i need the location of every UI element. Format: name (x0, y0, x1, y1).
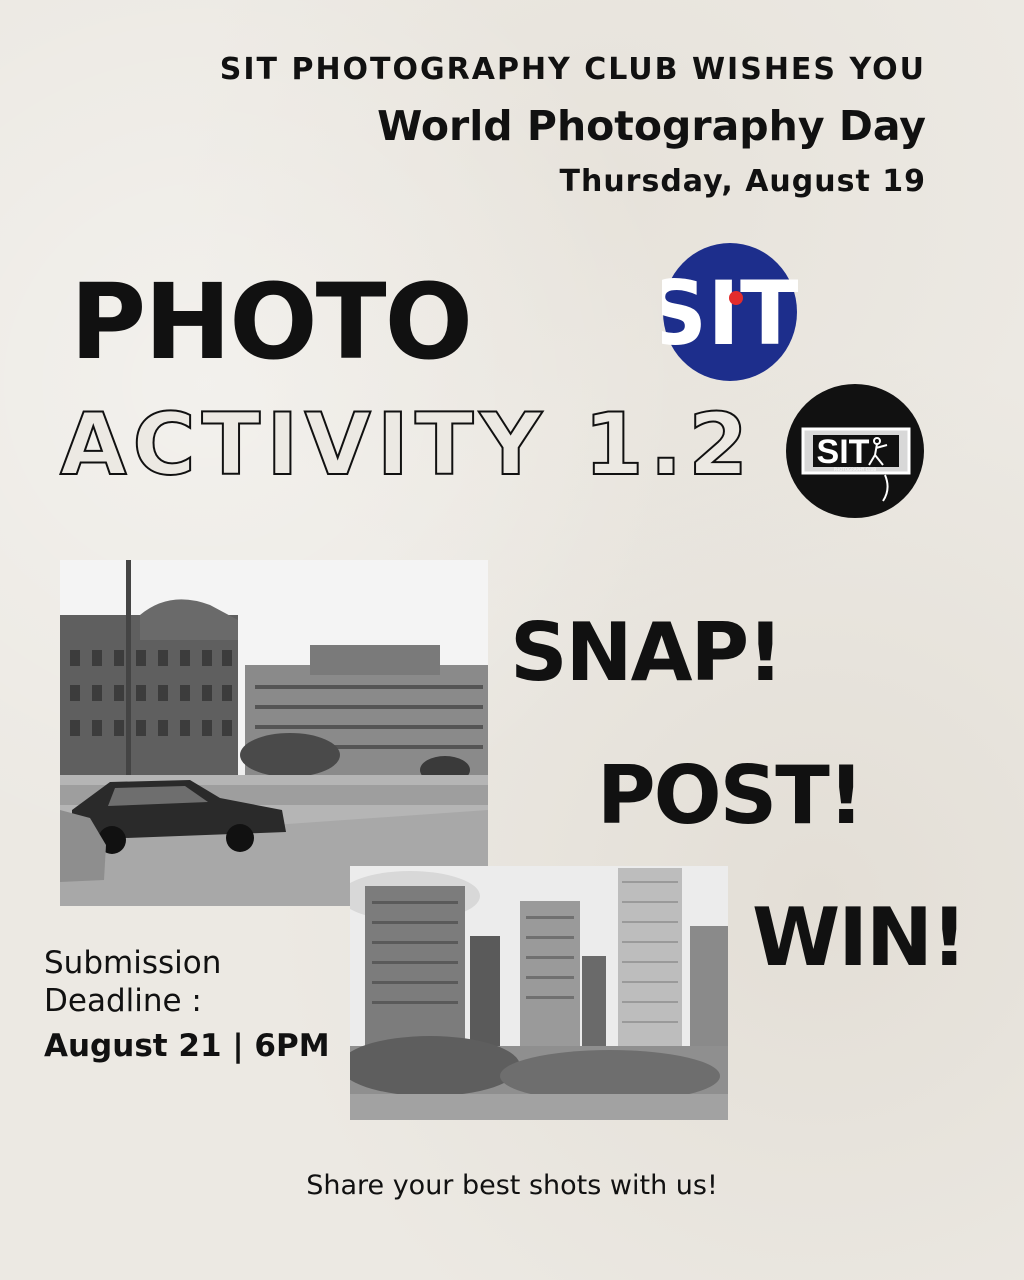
skyscrapers-photo (350, 866, 728, 1120)
deadline-value: August 21 | 6PM (44, 1028, 330, 1064)
cta-snap: SNAP! (510, 606, 784, 699)
footer-text: Share your best shots with us! (306, 1170, 718, 1201)
activity-title: ACTIVITY 1.2 (59, 395, 755, 495)
header-date: Thursday, August 19 (559, 164, 926, 199)
deadline-label: Submission Deadline : (44, 944, 221, 1020)
cta-win: WIN! (752, 891, 967, 984)
club-logo-text: SIT (817, 433, 870, 471)
deadline-label-line2: Deadline : (44, 983, 202, 1019)
photography-club-logo: SIT PHOTOGRAPHY CLUB (785, 383, 925, 520)
deadline-label-line1: Submission (44, 945, 222, 981)
city-street-photo (60, 560, 488, 906)
sit-logo: SIT (644, 242, 800, 382)
club-logo-caption: PHOTOGRAPHY CLUB (834, 467, 876, 472)
photo-title: PHOTO (70, 261, 473, 383)
header-event-title: World Photography Day (377, 102, 926, 150)
sit-logo-text: SIT (662, 262, 798, 365)
header-club-line: SIT PHOTOGRAPHY CLUB WISHES YOU (219, 52, 926, 87)
cta-post: POST! (597, 749, 864, 842)
